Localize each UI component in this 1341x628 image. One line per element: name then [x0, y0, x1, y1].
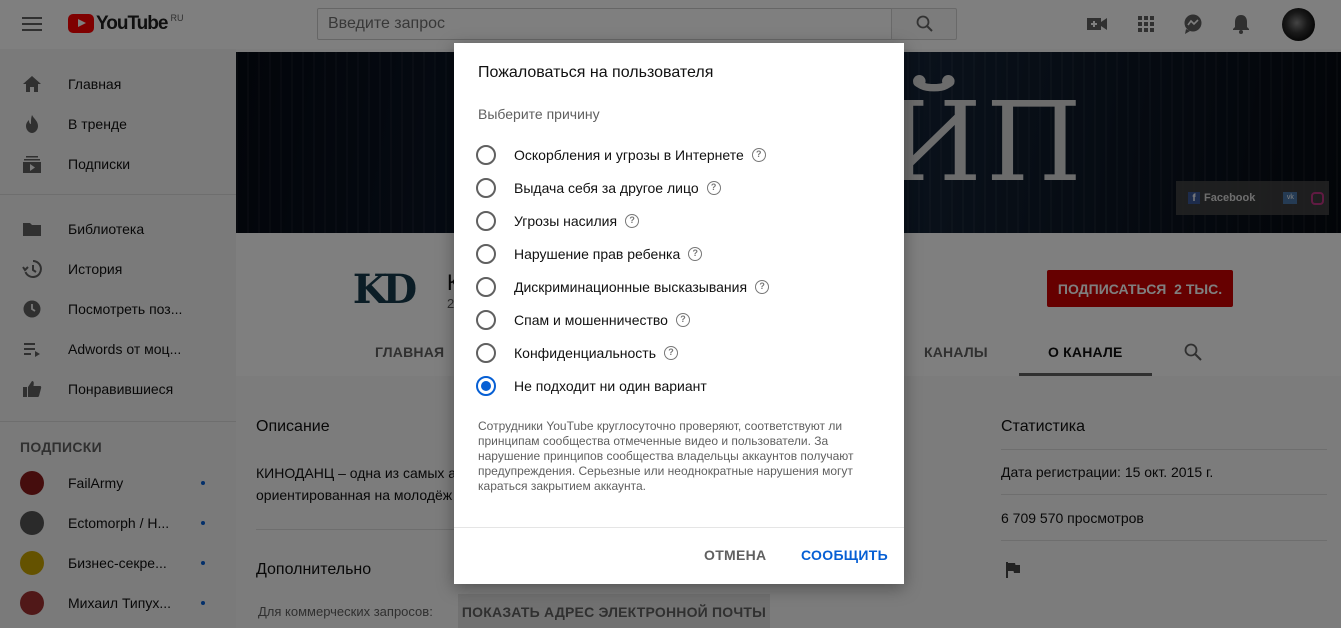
radio-button[interactable] [476, 310, 496, 330]
help-icon[interactable]: ? [664, 346, 679, 360]
radio-button[interactable] [476, 244, 496, 264]
reason-option-harassment[interactable]: Оскорбления и угрозы в Интернете ? [476, 142, 886, 168]
dialog-note: Сотрудники YouTube круглосуточно проверя… [478, 419, 854, 493]
help-icon[interactable]: ? [675, 313, 690, 327]
reason-option-spam-scams[interactable]: Спам и мошенничество ? [476, 307, 886, 333]
report-button[interactable]: СООБЩИТЬ [801, 547, 888, 563]
radio-button-selected[interactable] [476, 376, 496, 396]
help-icon[interactable]: ? [625, 214, 640, 228]
cancel-button[interactable]: ОТМЕНА [704, 547, 766, 563]
radio-button[interactable] [476, 178, 496, 198]
dialog-subtitle: Выберите причину [478, 106, 600, 122]
radio-button[interactable] [476, 211, 496, 231]
dialog-title: Пожаловаться на пользователя [478, 64, 714, 81]
help-icon[interactable]: ? [706, 181, 721, 195]
radio-button[interactable] [476, 277, 496, 297]
radio-button[interactable] [476, 343, 496, 363]
help-icon[interactable]: ? [751, 148, 766, 162]
reason-option-violent-threats[interactable]: Угрозы насилия ? [476, 208, 886, 234]
report-user-dialog: Пожаловаться на пользователя Выберите пр… [454, 43, 904, 584]
help-icon[interactable]: ? [688, 247, 703, 261]
reason-option-child-endangerment[interactable]: Нарушение прав ребенка ? [476, 241, 886, 267]
reason-option-none-of-these[interactable]: Не подходит ни один вариант [476, 373, 886, 399]
radio-button[interactable] [476, 145, 496, 165]
help-icon[interactable]: ? [755, 280, 770, 294]
reason-option-privacy[interactable]: Конфиденциальность ? [476, 340, 886, 366]
dialog-divider [454, 527, 904, 528]
reason-option-hate-speech[interactable]: Дискриминационные высказывания ? [476, 274, 886, 300]
reason-option-impersonation[interactable]: Выдача себя за другое лицо ? [476, 175, 886, 201]
